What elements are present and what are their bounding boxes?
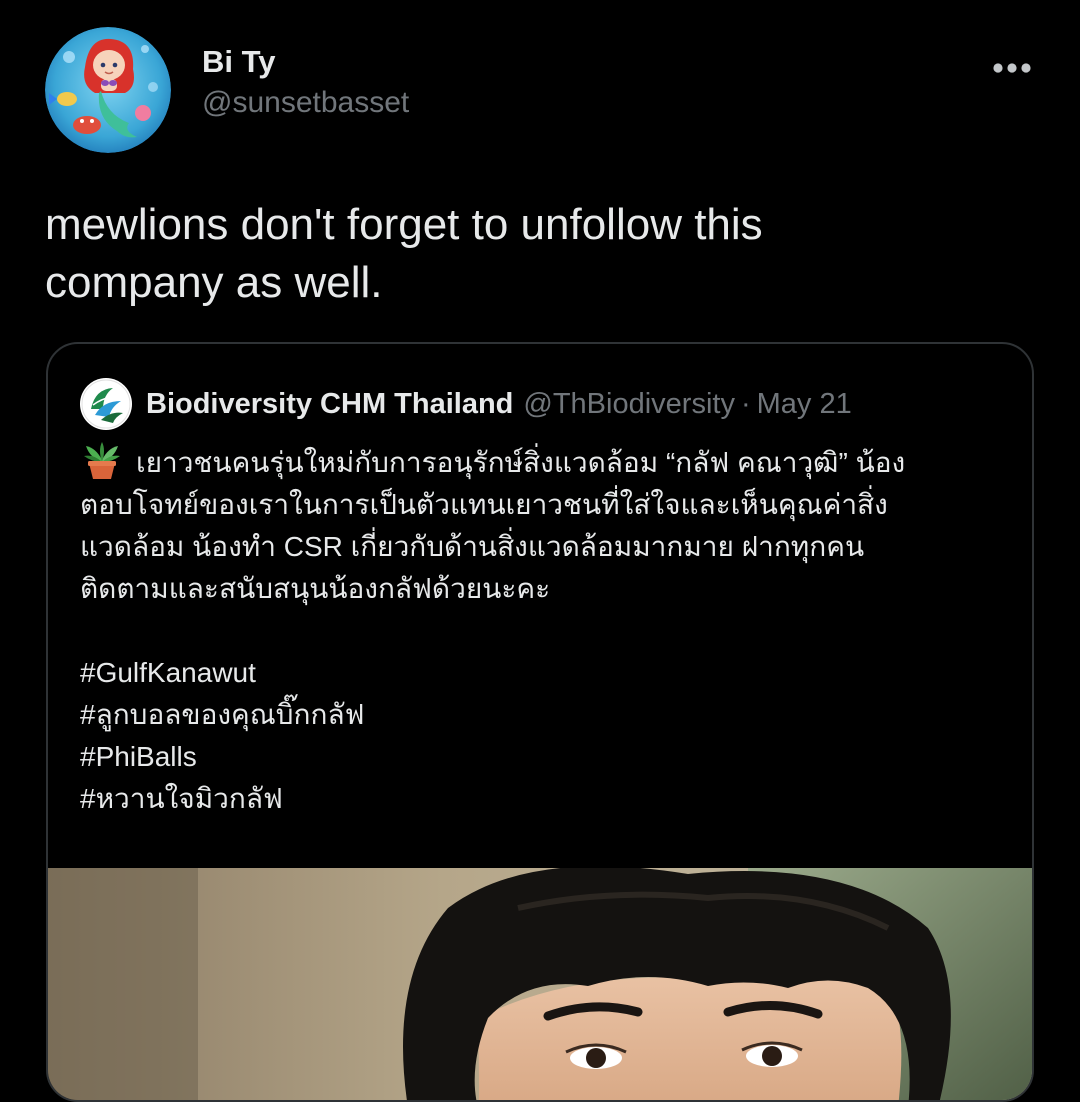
avatar-mermaid-illustration [45,27,171,153]
quoted-tweet-header: Biodiversity CHM Thailand @ThBiodiversit… [80,376,852,432]
author-avatar[interactable] [45,27,171,153]
portrait-photo [48,868,1032,1100]
author-display-name[interactable]: Bi Ty [202,44,276,80]
hashtag-link[interactable]: #GulfKanawut [80,652,1010,694]
quoted-author-handle[interactable]: @ThBiodiversity [523,388,735,421]
quoted-text-line: ติดตามและสนับสนุนน้องกลัฟด้วยนะคะ [80,573,551,604]
quoted-date[interactable]: May 21 [757,388,852,421]
quoted-text-line: เยาวชนคนรุ่นใหม่กับการอนุรักษ์สิ่งแวดล้อ… [80,440,1010,484]
quoted-separator: · [740,387,751,420]
more-horizontal-icon [993,63,1031,73]
quoted-author-name[interactable]: Biodiversity CHM Thailand [146,388,513,421]
tweet-text-line: mewlions don't forget to unfollow this [45,200,763,249]
tweet-text-line: company as well. [45,258,383,307]
quoted-paragraph: เยาวชนคนรุ่นใหม่กับการอนุรักษ์สิ่งแวดล้อ… [80,440,1010,610]
hashtag-link[interactable]: #ลูกบอลของคุณบิ๊กกลัฟ [80,694,1010,736]
quoted-tweet-card[interactable]: Biodiversity CHM Thailand @ThBiodiversit… [46,342,1034,1102]
biodiversity-logo-icon [81,379,131,429]
quoted-hashtags: #GulfKanawut #ลูกบอลของคุณบิ๊กกลัฟ #PhiB… [80,652,1010,820]
hashtag-link[interactable]: #PhiBalls [80,736,1010,778]
quoted-text-line: แวดล้อม น้องทำ CSR เกี่ยวกับด้านสิ่งแวดล… [80,531,865,562]
more-options-button[interactable] [988,52,1036,84]
potted-plant-icon [84,442,120,479]
quoted-media-image[interactable] [48,868,1032,1100]
quoted-tweet-text: เยาวชนคนรุ่นใหม่กับการอนุรักษ์สิ่งแวดล้อ… [80,440,1010,820]
tweet-text: mewlions don't forget to unfollow this c… [45,196,1035,312]
author-handle[interactable]: @sunsetbasset [202,86,409,120]
hashtag-link[interactable]: #หวานใจมิวกลัฟ [80,778,1010,820]
quoted-text-line-content: เยาวชนคนรุ่นใหม่กับการอนุรักษ์สิ่งแวดล้อ… [136,447,906,478]
quoted-text-line: ตอบโจทย์ของเราในการเป็นตัวแทนเยาวชนที่ใส… [80,489,888,520]
quoted-avatar[interactable] [80,378,132,430]
